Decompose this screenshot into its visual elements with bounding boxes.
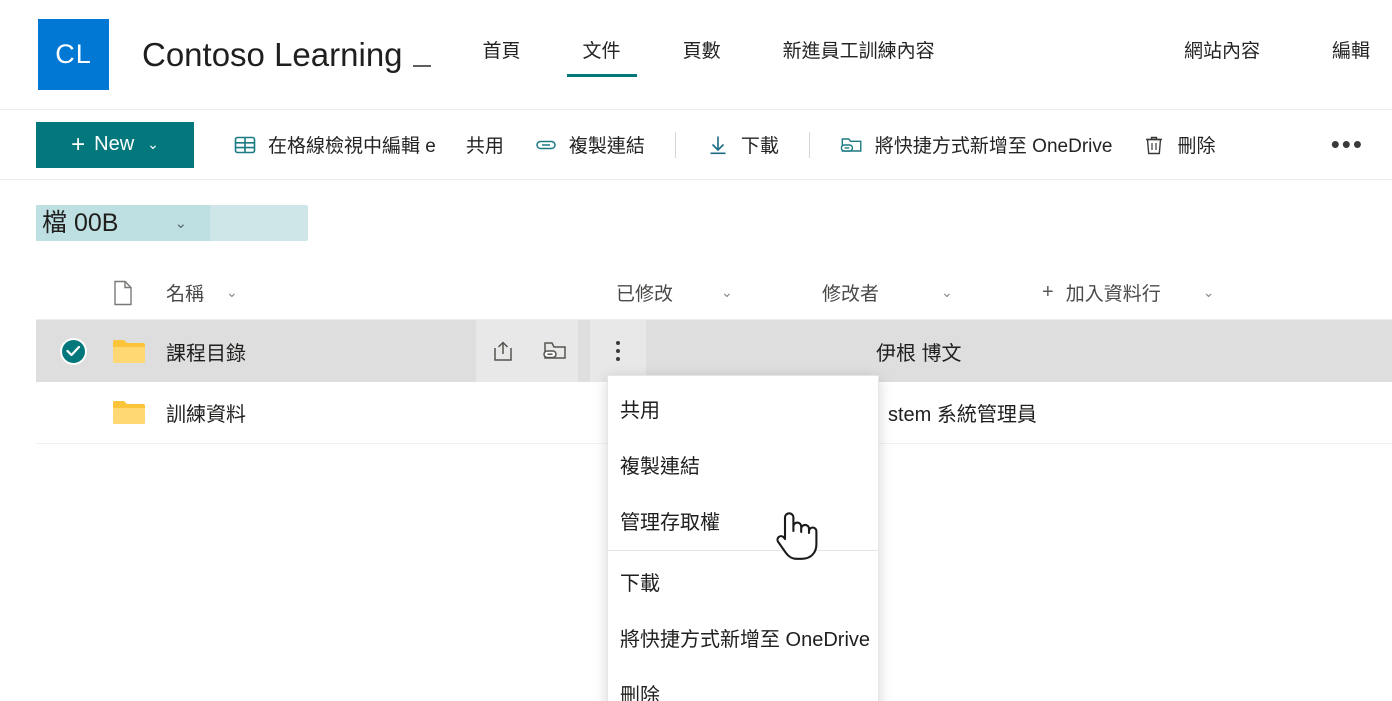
site-title[interactable]: Contoso Learning — [142, 38, 431, 71]
chevron-down-icon: ⌄ — [1202, 284, 1215, 300]
context-menu-item-manage-access[interactable]: 管理存取權 — [608, 492, 878, 548]
column-header-modified-by-label: 修改者 — [822, 284, 880, 305]
chevron-down-icon: ⌄ — [147, 136, 159, 152]
new-button-label: New — [94, 133, 135, 155]
command-bar-divider-2 — [808, 131, 810, 158]
nav-item-site-contents[interactable]: 網站內容 — [1184, 42, 1260, 67]
nav-item-new-employee-training-label: 新進員工訓練內容 — [782, 41, 935, 62]
folder-icon — [113, 401, 145, 424]
command-bar-overflow-button[interactable]: ••• — [1331, 131, 1364, 156]
copy-link-button[interactable]: 複製連結 — [534, 122, 645, 168]
row-file-type-icon — [104, 338, 166, 365]
context-menu: 共用 複製連結 管理存取權 下載 將快捷方式新增至 OneDrive 刪除 — [607, 375, 879, 701]
context-menu-item-add-shortcut-onedrive[interactable]: 將快捷方式新增至 OneDrive — [608, 609, 878, 665]
download-icon — [706, 133, 730, 157]
chevron-down-icon: ⌄ — [721, 284, 733, 300]
row-name-label: 課程目錄 — [166, 342, 246, 365]
context-menu-item-share[interactable]: 共用 — [608, 380, 878, 436]
context-menu-divider — [608, 550, 878, 551]
nav-item-documents-label: 文件 — [582, 41, 621, 62]
edit-in-grid-view-label: 在格線檢視中編輯 e — [268, 136, 436, 157]
row-modified-by-label: stem 系統管理員 — [888, 404, 1037, 426]
add-shortcut-onedrive-label: 將快捷方式新增至 OneDrive — [874, 136, 1113, 157]
site-title-text: Contoso Learning — [142, 36, 403, 73]
checkmark-circle-icon[interactable] — [60, 337, 87, 365]
nav-item-site-contents-label: 網站內容 — [1183, 41, 1260, 62]
row-file-type-icon — [104, 399, 166, 426]
column-header-name[interactable]: 名稱 ⌄ — [166, 279, 616, 306]
add-shortcut-onedrive-icon[interactable] — [542, 338, 568, 364]
edit-in-grid-view-button[interactable]: 在格線檢視中編輯 e — [233, 122, 436, 168]
add-shortcut-to-onedrive-button[interactable]: 將快捷方式新增至 OneDrive — [840, 122, 1113, 168]
delete-label: 刪除 — [1177, 136, 1216, 157]
plus-icon: + — [71, 130, 86, 158]
trash-icon — [1142, 133, 1166, 157]
column-header-name-label: 名稱 — [166, 284, 205, 305]
site-navigation: 首頁 文件 頁數 新進員工訓練內容 網站內容 編輯 — [483, 0, 1392, 110]
chevron-down-icon: ⌄ — [174, 215, 188, 232]
context-menu-item-copy-link[interactable]: 複製連結 — [608, 436, 878, 492]
site-navigation-right: 網站內容 編輯 — [1112, 42, 1392, 67]
site-logo[interactable]: CL — [38, 19, 109, 90]
row-more-actions-button[interactable] — [590, 320, 646, 382]
context-menu-item-add-shortcut-onedrive-label: 將快捷方式新增至 OneDrive — [620, 628, 871, 651]
row-checkbox-selected[interactable] — [36, 337, 104, 365]
row-modified-by-label: 伊根 博文 — [876, 342, 962, 365]
column-header-modified-by[interactable]: 修改者 ⌄ — [822, 279, 1042, 306]
nav-item-edit[interactable]: 編輯 — [1332, 42, 1370, 67]
row-quick-actions — [476, 320, 578, 382]
site-title-underscore-icon — [412, 65, 431, 67]
nav-item-home-label: 首頁 — [482, 41, 521, 62]
vertical-dots-icon — [616, 341, 620, 361]
sharepoint-document-library-page: CL Contoso Learning 首頁 文件 頁數 新進員工訓練內容 網站… — [0, 0, 1392, 701]
chevron-down-icon: ⌄ — [941, 284, 953, 300]
nav-item-documents[interactable]: 文件 — [566, 41, 637, 77]
context-menu-item-share-label: 共用 — [620, 399, 660, 422]
nav-item-pages-label: 頁數 — [682, 41, 721, 62]
copy-link-icon — [534, 133, 558, 157]
view-selector[interactable]: 檔 00B ⌄ — [36, 205, 308, 241]
context-menu-item-manage-access-label: 管理存取權 — [620, 511, 720, 534]
add-shortcut-onedrive-icon — [840, 133, 864, 157]
table-row[interactable]: 課程目錄 伊根 博文 — [36, 320, 1392, 382]
command-bar-divider — [674, 131, 676, 158]
chevron-down-icon: ⌄ — [226, 284, 238, 300]
share-button[interactable]: 共用 — [466, 122, 504, 168]
file-type-column-header[interactable] — [104, 280, 166, 306]
download-label: 下載 — [740, 136, 779, 157]
file-list-header: 名稱 ⌄ 已修改 ⌄ 修改者 ⌄ + 加入資料行 ⌄ — [36, 266, 1392, 320]
view-selector-row: 檔 00B ⌄ — [0, 180, 1392, 266]
context-menu-item-download-label: 下載 — [620, 572, 660, 595]
context-menu-item-download[interactable]: 下載 — [608, 553, 878, 609]
nav-item-new-employee-training[interactable]: 新進員工訓練內容 — [783, 42, 935, 67]
new-button[interactable]: + New ⌄ — [36, 121, 194, 168]
context-menu-item-copy-link-label: 複製連結 — [620, 455, 700, 478]
nav-item-home[interactable]: 首頁 — [483, 42, 521, 67]
row-name-label: 訓練資料 — [166, 404, 246, 426]
command-bar: + New ⌄ 在格線檢視中編輯 e 共用 複製連結 下載 將快捷方式新增至 O… — [0, 110, 1392, 180]
share-icon[interactable] — [490, 338, 516, 364]
delete-button[interactable]: 刪除 — [1142, 122, 1215, 168]
plus-icon: + — [1042, 281, 1054, 303]
folder-icon — [113, 339, 145, 363]
add-column-label: 加入資料行 — [1065, 284, 1161, 305]
context-menu-item-delete-label: 刪除 — [620, 684, 660, 701]
view-selector-chevron-backdrop — [210, 205, 308, 241]
context-menu-item-delete[interactable]: 刪除 — [608, 665, 878, 701]
column-header-add-column[interactable]: + 加入資料行 ⌄ — [1042, 279, 1392, 306]
site-logo-initials: CL — [55, 39, 92, 69]
nav-item-pages[interactable]: 頁數 — [683, 42, 721, 67]
column-header-modified[interactable]: 已修改 ⌄ — [616, 279, 822, 306]
download-button[interactable]: 下載 — [706, 122, 779, 168]
column-header-modified-label: 已修改 — [616, 284, 674, 305]
copy-link-label: 複製連結 — [568, 136, 645, 157]
nav-item-edit-label: 編輯 — [1331, 41, 1370, 62]
share-button-label: 共用 — [465, 136, 504, 157]
site-header: CL Contoso Learning 首頁 文件 頁數 新進員工訓練內容 網站… — [0, 0, 1392, 110]
grid-view-icon — [233, 133, 257, 157]
view-selector-label: 檔 00B — [42, 208, 119, 237]
row-name-cell[interactable]: 訓練資料 — [166, 398, 616, 427]
document-icon — [114, 280, 132, 305]
